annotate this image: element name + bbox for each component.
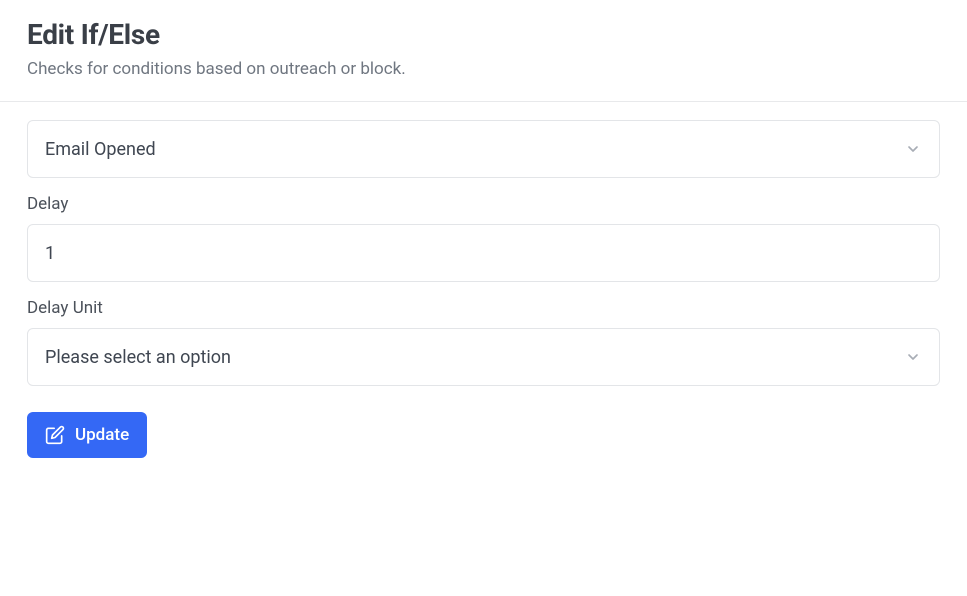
delay-unit-select-placeholder: Please select an option — [45, 347, 231, 368]
delay-unit-select[interactable]: Please select an option — [27, 328, 940, 386]
divider — [0, 101, 967, 102]
condition-select[interactable]: Email Opened — [27, 120, 940, 178]
update-button-label: Update — [75, 425, 129, 445]
page-title: Edit If/Else — [27, 18, 940, 51]
delay-label: Delay — [27, 194, 940, 214]
delay-input[interactable] — [27, 224, 940, 282]
delay-unit-label: Delay Unit — [27, 298, 940, 318]
chevron-down-icon — [905, 141, 921, 157]
condition-select-value: Email Opened — [45, 139, 156, 160]
chevron-down-icon — [905, 349, 921, 365]
edit-icon — [45, 425, 65, 445]
update-button[interactable]: Update — [27, 412, 147, 458]
page-subtitle: Checks for conditions based on outreach … — [27, 59, 940, 79]
